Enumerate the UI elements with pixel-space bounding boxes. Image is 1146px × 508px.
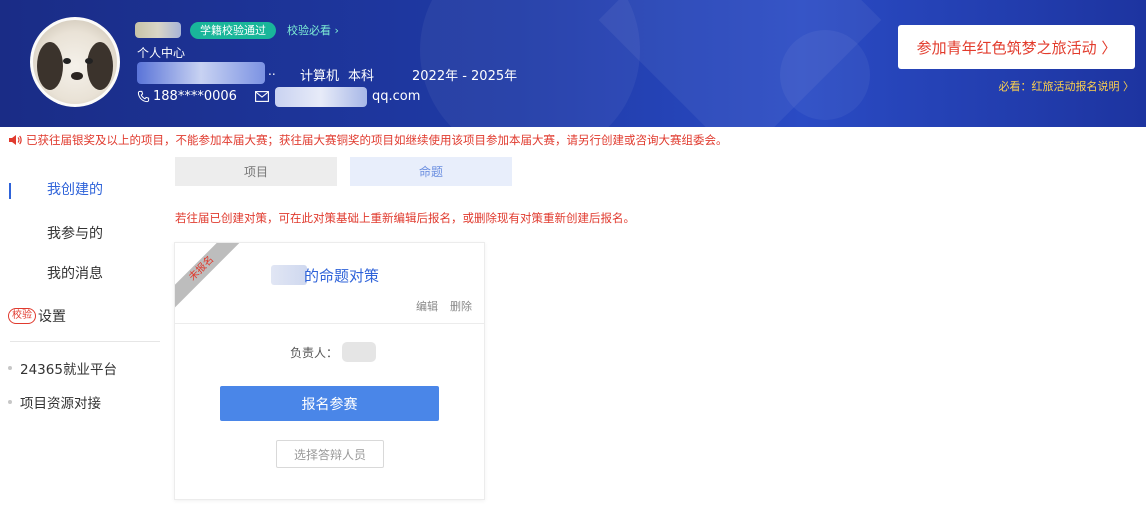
card-actions: 编辑 删除 [416,298,472,314]
bullet-icon [8,400,12,404]
card-title-redacted [271,265,307,285]
sidebar-link-label: 项目资源对接 [20,396,101,412]
proposal-card: 未报名 的命题对策 编辑 删除 负责人： 报名参赛 选择答辩人员 [174,242,485,500]
user-name-redacted [135,22,181,38]
activity-rules-link[interactable]: 必看：红旅活动报名说明 〉 [999,78,1135,94]
section-label: 个人中心 [137,46,186,60]
phone-icon [137,90,150,103]
sidebar-link-employment[interactable]: 24365就业平台 [0,355,160,381]
avatar-eye [85,58,93,64]
degree-text: 本科 [348,69,375,84]
edit-link[interactable]: 编辑 [416,298,438,314]
phone-number: 188****0006 [153,89,237,104]
sidebar-item-settings[interactable]: 校验 设置 [0,296,160,336]
school-redacted [137,62,265,84]
sidebar: 我创建的 我参与的 我的消息 校验 设置 24365就业平台 项目资源对接 [0,153,160,508]
avatar-nose [71,72,83,80]
school-ellipsis: .. [268,64,276,78]
avatar[interactable] [30,17,120,107]
profile-header: 学籍校验通过 校验必看 › 个人中心 .. 计算机 本科 2022年 - 202… [0,0,1146,127]
sidebar-item-created[interactable]: 我创建的 [0,169,160,209]
sidebar-link-resources[interactable]: 项目资源对接 [0,389,160,415]
sidebar-item-participated[interactable]: 我参与的 [0,213,160,253]
avatar-eye [63,58,71,64]
bullet-icon [8,366,12,370]
join-activity-button[interactable]: 参加青年红色筑梦之旅活动 〉 [898,25,1135,69]
sidebar-item-label: 我参与的 [47,226,103,242]
card-divider [175,323,484,324]
tab-proposition[interactable]: 命题 [350,157,512,186]
hint-text: 若往届已创建对策，可在此对策基础上重新编辑后报名，或删除现有对策重新创建后报名。 [175,211,635,225]
speaker-icon [9,135,22,145]
avatar-ear [87,42,113,90]
sidebar-item-messages[interactable]: 我的消息 [0,253,160,293]
tab-project[interactable]: 项目 [175,157,337,186]
sidebar-item-label: 我的消息 [47,266,103,282]
owner-row: 负责人： [290,342,377,362]
major-text: 计算机 [300,69,340,84]
email-domain: qq.com [372,89,421,104]
must-read-link[interactable]: 校验必看 › [287,22,339,39]
mail-icon [255,91,269,102]
register-button[interactable]: 报名参赛 [220,386,439,421]
sidebar-item-label: 设置 [38,309,66,325]
phone-row: 188****0006 [137,89,237,104]
tab-label: 项目 [243,165,268,179]
verified-badge: 学籍校验通过 [190,22,276,39]
header-decoration [780,30,870,120]
delete-link[interactable]: 删除 [450,298,472,314]
email-redacted [275,87,367,107]
avatar-ear [37,42,63,90]
notice-text: 已获往届银奖及以上的项目，不能参加本届大赛；获往届大赛铜奖的项目如继续使用该项目… [26,133,728,147]
sidebar-link-label: 24365就业平台 [20,362,117,378]
verify-badge: 校验 [8,308,36,324]
owner-label: 负责人： [290,345,339,360]
main-content: 项目 命题 若往届已创建对策，可在此对策基础上重新编辑后报名，或删除现有对策重新… [160,153,1146,508]
sidebar-divider [10,341,160,342]
select-defenders-button[interactable]: 选择答辩人员 [276,440,384,468]
card-title[interactable]: 的命题对策 [304,265,379,286]
status-ribbon: 未报名 [175,243,247,314]
owner-redacted [342,342,377,362]
notice-bar: 已获往届银奖及以上的项目，不能参加本届大赛；获往届大赛铜奖的项目如继续使用该项目… [0,127,1146,153]
sidebar-item-label: 我创建的 [47,182,103,198]
tab-label: 命题 [418,165,443,179]
years-text: 2022年 - 2025年 [412,69,518,84]
